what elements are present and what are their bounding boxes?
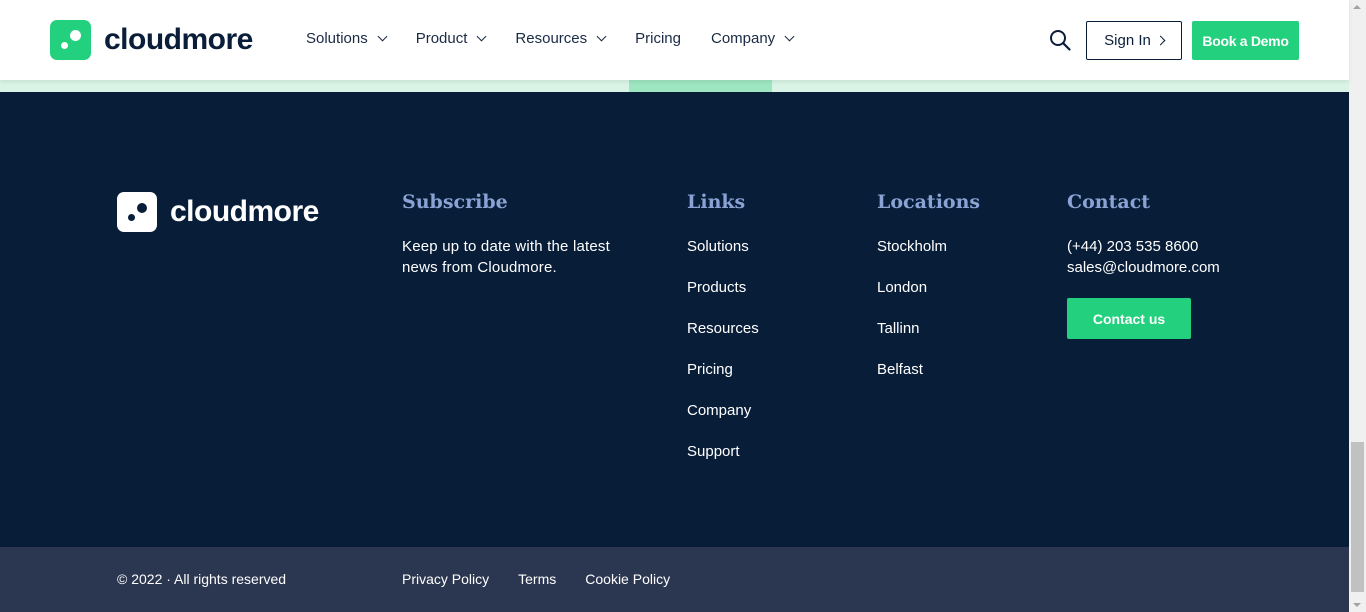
contact-heading: Contact bbox=[1067, 191, 1151, 213]
subscribe-column: Subscribe Keep up to date with the lates… bbox=[402, 191, 647, 278]
nav-label: Company bbox=[710, 30, 776, 47]
scroll-down-arrow-icon[interactable] bbox=[1353, 603, 1361, 607]
main-nav: Solutions Product Resources Pricing Comp… bbox=[306, 30, 823, 47]
nav-label: Solutions bbox=[306, 30, 368, 47]
contact-email[interactable]: sales@cloudmore.com bbox=[1067, 257, 1220, 278]
strip-highlight bbox=[629, 80, 772, 92]
site-footer: cloudmore Subscribe Keep up to date with… bbox=[0, 92, 1349, 547]
contact-us-button[interactable]: Contact us bbox=[1067, 298, 1191, 339]
footer-link-products[interactable]: Products bbox=[687, 277, 759, 318]
footer-logo[interactable]: cloudmore bbox=[117, 192, 319, 232]
nav-product[interactable]: Product bbox=[415, 30, 487, 47]
nav-company[interactable]: Company bbox=[710, 30, 795, 47]
book-demo-button[interactable]: Book a Demo bbox=[1192, 21, 1299, 60]
nav-label: Resources bbox=[515, 30, 588, 47]
header-logo[interactable]: cloudmore bbox=[50, 20, 253, 60]
cookie-policy-link[interactable]: Cookie Policy bbox=[585, 571, 670, 587]
search-icon[interactable] bbox=[1049, 29, 1071, 51]
subscribe-heading: Subscribe bbox=[402, 191, 508, 213]
location-tallinn[interactable]: Tallinn bbox=[877, 318, 980, 359]
locations-column: Locations Stockholm London Tallinn Belfa… bbox=[877, 191, 980, 400]
links-column: Links Solutions Products Resources Prici… bbox=[687, 191, 759, 482]
nav-solutions[interactable]: Solutions bbox=[306, 30, 388, 47]
location-belfast[interactable]: Belfast bbox=[877, 359, 980, 400]
footer-link-solutions[interactable]: Solutions bbox=[687, 236, 759, 277]
nav-pricing[interactable]: Pricing bbox=[635, 30, 681, 47]
location-stockholm[interactable]: Stockholm bbox=[877, 236, 980, 277]
chevron-down-icon bbox=[784, 31, 795, 42]
footer-logo-text: cloudmore bbox=[170, 195, 319, 228]
chevron-down-icon bbox=[476, 31, 487, 42]
scrollbar-thumb[interactable] bbox=[1351, 442, 1364, 592]
footer-link-support[interactable]: Support bbox=[687, 441, 759, 482]
links-heading: Links bbox=[687, 191, 746, 213]
scroll-up-arrow-icon[interactable] bbox=[1353, 5, 1361, 9]
sign-in-button[interactable]: Sign In bbox=[1086, 21, 1182, 60]
legal-links: Privacy Policy Terms Cookie Policy bbox=[402, 571, 699, 587]
copyright-text: © 2022 · All rights reserved bbox=[117, 571, 287, 587]
footer-link-resources[interactable]: Resources bbox=[687, 318, 759, 359]
chevron-down-icon bbox=[377, 31, 388, 42]
page-scrollbar[interactable] bbox=[1349, 0, 1366, 612]
subscribe-text: Keep up to date with the latest news fro… bbox=[402, 238, 611, 276]
sign-in-label: Sign In bbox=[1104, 32, 1151, 49]
chevron-down-icon bbox=[596, 31, 607, 42]
footer-link-pricing[interactable]: Pricing bbox=[687, 359, 759, 400]
footer-link-company[interactable]: Company bbox=[687, 400, 759, 441]
chevron-right-icon bbox=[1155, 35, 1166, 46]
logo-text: cloudmore bbox=[104, 23, 253, 56]
terms-link[interactable]: Terms bbox=[518, 571, 556, 587]
cloudmore-logo-icon bbox=[117, 192, 157, 232]
contact-phone[interactable]: (+44) 203 535 8600 bbox=[1067, 236, 1220, 257]
location-london[interactable]: London bbox=[877, 277, 980, 318]
contact-column: Contact (+44) 203 535 8600 sales@cloudmo… bbox=[1067, 191, 1220, 339]
nav-label: Pricing bbox=[635, 30, 681, 47]
site-header: cloudmore Solutions Product Resources Pr… bbox=[0, 0, 1349, 80]
nav-label: Product bbox=[415, 30, 468, 47]
locations-heading: Locations bbox=[877, 191, 981, 213]
privacy-policy-link[interactable]: Privacy Policy bbox=[402, 571, 489, 587]
cloudmore-logo-icon bbox=[50, 20, 91, 60]
section-divider-strip bbox=[0, 80, 1349, 92]
footer-bottom-bar: © 2022 · All rights reserved Privacy Pol… bbox=[0, 547, 1349, 612]
nav-resources[interactable]: Resources bbox=[515, 30, 607, 47]
